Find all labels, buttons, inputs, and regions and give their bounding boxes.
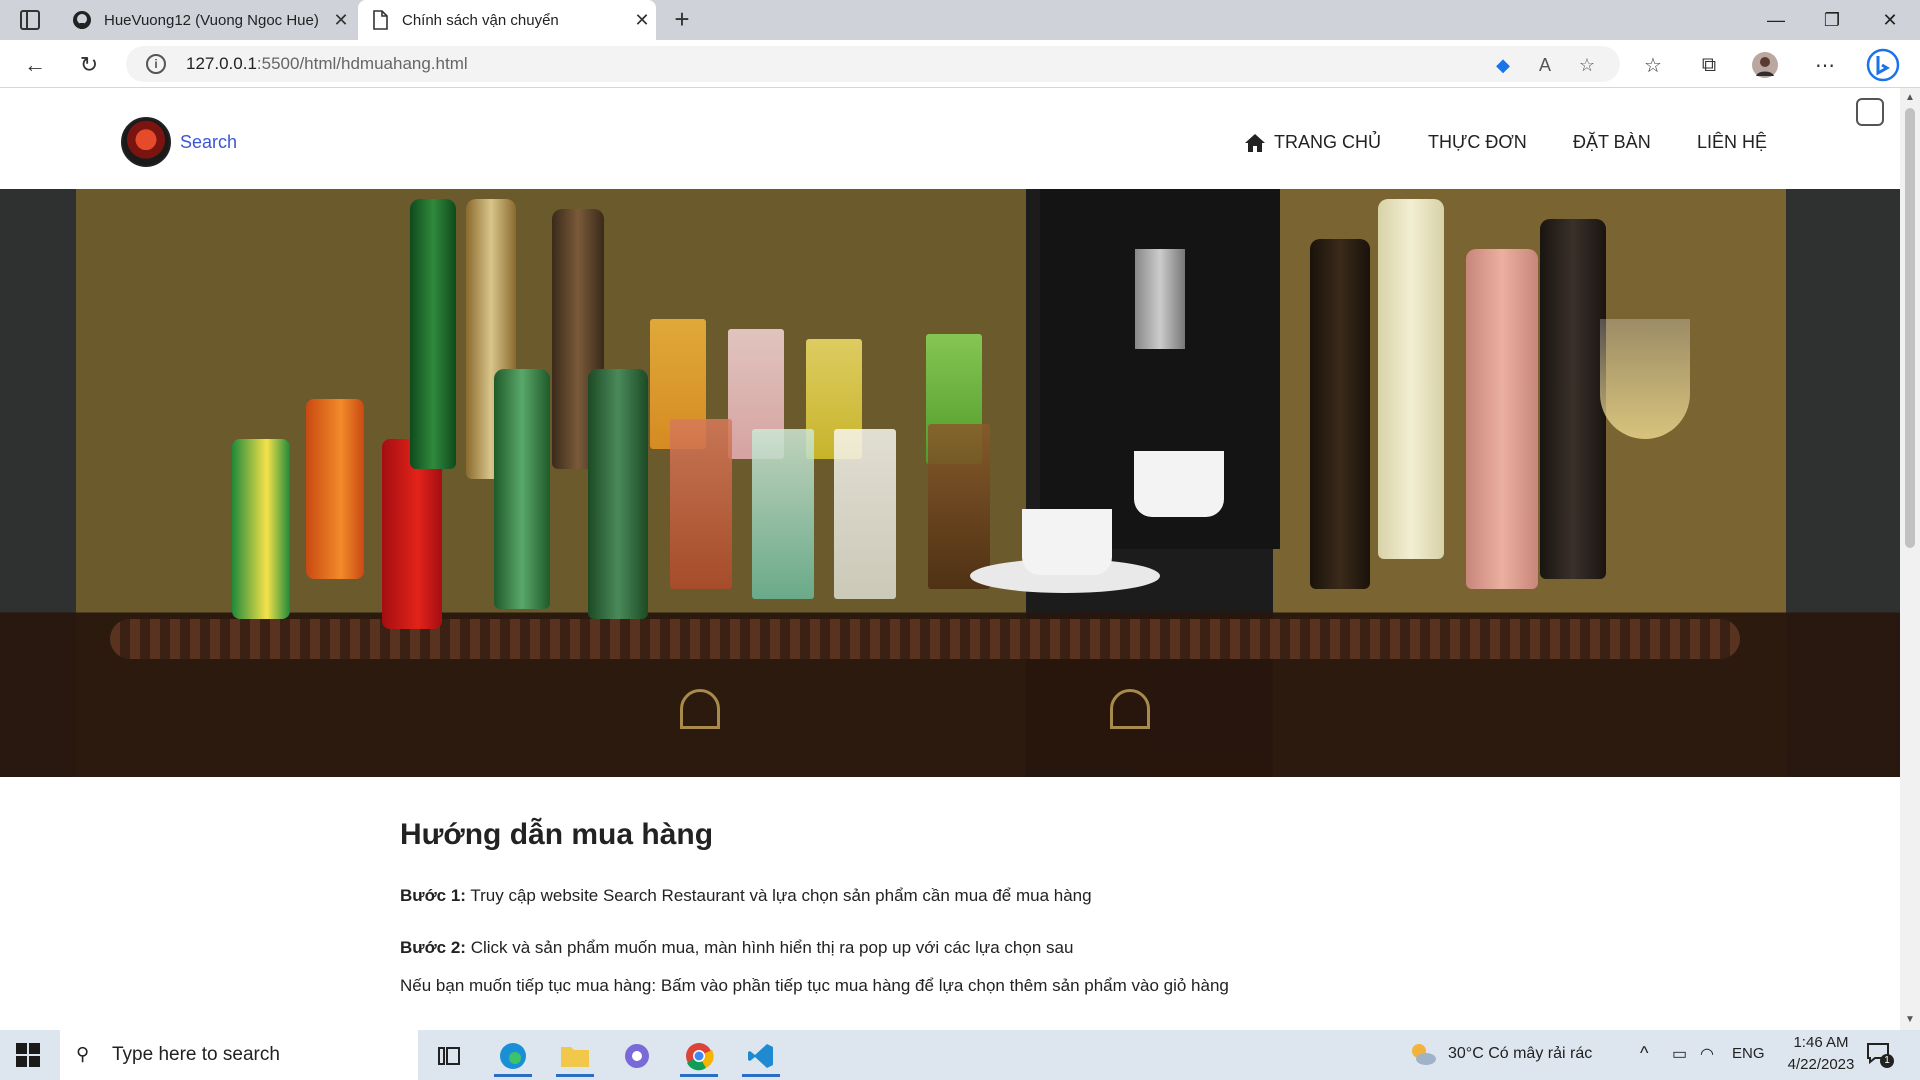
language-indicator[interactable]: ENG — [1732, 1045, 1765, 1062]
show-hidden-icons-icon[interactable]: ^ — [1640, 1043, 1648, 1064]
close-window-button[interactable]: ✕ — [1862, 0, 1918, 40]
notification-count-badge: 1 — [1880, 1054, 1894, 1068]
read-aloud-icon[interactable]: A — [1532, 52, 1558, 78]
minimize-button[interactable]: — — [1748, 0, 1804, 40]
site-header: Search TRANG CHỦ THỰC ĐƠN ĐẶT BÀN LIÊN H… — [0, 88, 1900, 189]
nav-menu-label: THỰC ĐƠN — [1428, 132, 1527, 152]
taskbar-search-box[interactable]: ⚲ Type here to search — [60, 1030, 418, 1080]
home-icon — [1245, 133, 1265, 152]
table-edge — [110, 619, 1740, 659]
page-icon — [370, 10, 390, 30]
nav-contact-label: LIÊN HỆ — [1697, 132, 1768, 152]
clock-date[interactable]: 4/22/2023 — [1778, 1056, 1864, 1073]
device-icon[interactable]: ▭ — [1672, 1044, 1687, 1064]
new-tab-button[interactable]: + — [666, 4, 698, 36]
clock-time[interactable]: 1:46 AM — [1786, 1034, 1856, 1051]
hero-banner-image — [0, 189, 1900, 777]
edge-taskbar-icon[interactable] — [488, 1035, 538, 1077]
tab-title: HueVuong12 (Vuong Ngoc Hue) — [104, 11, 319, 29]
back-button[interactable]: ← — [18, 48, 52, 82]
browser-toolbar: ← ↻ i 127.0.0.1:5500/html/hdmuahang.html… — [0, 40, 1920, 88]
more-options-icon[interactable]: ⋯ — [1808, 48, 1842, 82]
weather-text[interactable]: 30°C Có mây rải rác — [1448, 1045, 1592, 1063]
bing-copilot-icon[interactable] — [1866, 48, 1900, 82]
step-1-label: Bước 1: — [400, 886, 466, 905]
nav-home-label: TRANG CHỦ — [1274, 132, 1381, 152]
step-2: Bước 2: Click và sản phẩm muốn mua, màn … — [400, 938, 1073, 958]
wifi-icon[interactable]: ◠ — [1700, 1044, 1714, 1064]
page-scrollbar[interactable]: ▲ ▼ — [1900, 88, 1920, 1030]
taskbar-search-placeholder: Type here to search — [112, 1044, 280, 1065]
screenshot-icon[interactable] — [1856, 98, 1884, 126]
nav-menu[interactable]: THỰC ĐƠN — [1428, 132, 1527, 153]
scroll-thumb[interactable] — [1905, 108, 1915, 548]
restaurant-logo[interactable] — [121, 117, 171, 167]
tag-icon[interactable]: ◆ — [1490, 52, 1516, 78]
page-viewport: Search TRANG CHỦ THỰC ĐƠN ĐẶT BÀN LIÊN H… — [0, 88, 1900, 1030]
url-text[interactable]: 127.0.0.1:5500/html/hdmuahang.html — [186, 54, 468, 74]
github-icon — [72, 10, 92, 30]
scroll-down-icon[interactable]: ▼ — [1904, 1014, 1916, 1026]
tab-title: Chính sách vận chuyển — [402, 11, 559, 29]
favorites-icon[interactable]: ☆ — [1636, 48, 1670, 82]
scroll-up-icon[interactable]: ▲ — [1904, 92, 1916, 104]
copilot-app-icon[interactable] — [612, 1035, 662, 1077]
close-tab-icon[interactable]: ✕ — [327, 10, 355, 31]
nav-contact[interactable]: LIÊN HỆ — [1697, 132, 1767, 153]
weather-icon[interactable] — [1408, 1040, 1438, 1070]
tab-active[interactable]: Chính sách vận chuyển ✕ — [358, 0, 656, 40]
file-explorer-icon[interactable] — [550, 1035, 600, 1077]
restore-button[interactable]: ❐ — [1804, 0, 1860, 40]
tab-actions-icon[interactable] — [20, 10, 40, 30]
windows-taskbar: ⚲ Type here to search 30°C Có mây rải rá… — [0, 1030, 1920, 1080]
nav-booking[interactable]: ĐẶT BÀN — [1573, 132, 1651, 153]
notifications-icon[interactable]: 1 — [1866, 1042, 1894, 1068]
search-icon: ⚲ — [76, 1044, 90, 1064]
address-bar[interactable]: i 127.0.0.1:5500/html/hdmuahang.html ◆ A… — [126, 46, 1620, 82]
nav-booking-label: ĐẶT BÀN — [1573, 132, 1651, 152]
vscode-icon[interactable] — [736, 1035, 786, 1077]
info-icon[interactable]: i — [146, 54, 166, 74]
step-1-text: Truy cập website Search Restaurant và lự… — [465, 886, 1092, 905]
collections-icon[interactable]: ⧉ — [1692, 48, 1726, 82]
nav-home[interactable]: TRANG CHỦ — [1244, 132, 1381, 153]
favorite-add-icon[interactable]: ☆ — [1574, 52, 1600, 78]
chrome-icon[interactable] — [674, 1035, 724, 1077]
profile-avatar[interactable] — [1748, 48, 1782, 82]
step-2-text: Click và sản phẩm muốn mua, màn hình hiể… — [465, 938, 1074, 957]
close-tab-icon[interactable]: ✕ — [628, 10, 656, 31]
windows-start-icon[interactable] — [16, 1043, 40, 1067]
step-2-note: Nếu bạn muốn tiếp tục mua hàng: Bấm vào … — [400, 976, 1229, 995]
browser-tab-bar: HueVuong12 (Vuong Ngoc Hue) ✕ Chính sách… — [0, 0, 1920, 40]
tab-github[interactable]: HueVuong12 (Vuong Ngoc Hue) ✕ — [60, 0, 355, 40]
step-2-label: Bước 2: — [400, 938, 466, 957]
page-title: Hướng dẫn mua hàng — [400, 818, 714, 851]
step-1: Bước 1: Truy cập website Search Restaura… — [400, 886, 1092, 906]
task-view-icon[interactable] — [424, 1035, 474, 1077]
refresh-button[interactable]: ↻ — [72, 48, 106, 82]
brand-link[interactable]: Search — [180, 132, 237, 153]
